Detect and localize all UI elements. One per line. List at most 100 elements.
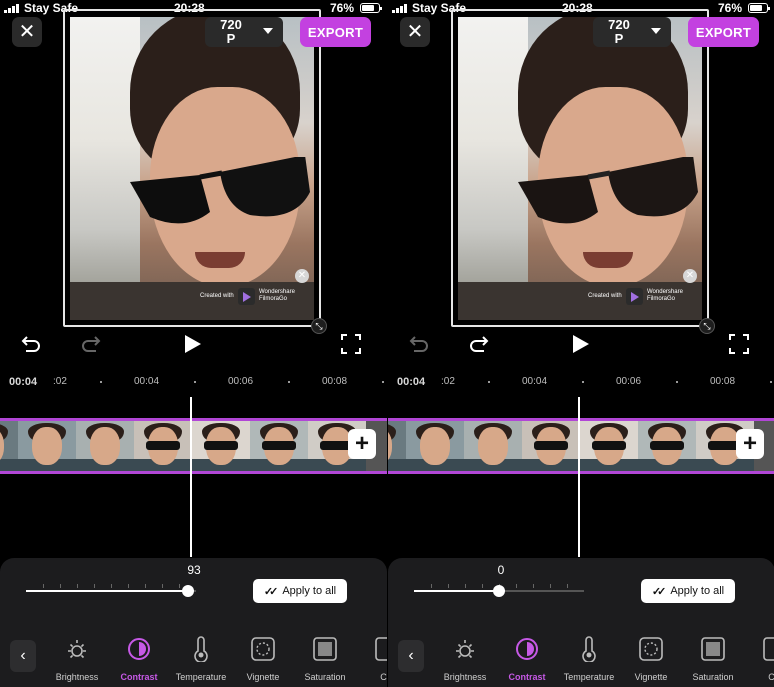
watermark: Created with Wondershare FilmoraGo <box>588 287 698 307</box>
ruler-label: 00:06 <box>228 376 254 387</box>
adjust-panel: 0 ✓✓ Apply to all ‹ Brightness Contrast T… <box>388 558 774 687</box>
clip-timeline[interactable] <box>388 418 774 474</box>
back-button[interactable]: ‹ <box>398 640 424 672</box>
contrast-icon <box>128 638 150 660</box>
tool-clarity[interactable]: Cla <box>744 636 774 682</box>
export-button[interactable]: EXPORT <box>688 17 759 47</box>
tool-temperature[interactable]: Temperature <box>170 636 232 682</box>
tool-label: Vignette <box>246 672 280 682</box>
tool-contrast[interactable]: Contrast <box>496 636 558 682</box>
watermark-close-icon[interactable]: ✕ <box>683 269 697 283</box>
apply-to-all-button[interactable]: ✓✓ Apply to all <box>253 579 347 603</box>
chevron-down-icon <box>651 28 661 34</box>
tool-saturation[interactable]: Saturation <box>294 636 356 682</box>
signal-icon <box>4 4 20 13</box>
video-preview[interactable]: ✕ Created with Wondershare FilmoraGo <box>458 17 702 320</box>
undo-icon[interactable] <box>20 333 42 355</box>
tool-clarity[interactable]: Cla <box>356 636 387 682</box>
contrast-slider-track[interactable] <box>26 590 196 592</box>
slider-value: 93 <box>187 563 201 577</box>
watermark-brand-1: Wondershare <box>647 289 683 295</box>
tool-label: Temperature <box>563 672 615 682</box>
chevron-down-icon <box>263 28 273 34</box>
ruler-label: 00:08 <box>322 376 348 387</box>
saturation-icon <box>313 637 337 661</box>
slider-knob[interactable] <box>181 585 194 597</box>
add-clip-button[interactable]: + <box>736 429 764 459</box>
resolution-dropdown[interactable]: 720 P <box>593 17 671 47</box>
battery-percent: 76% <box>330 1 355 15</box>
current-time: 00:04 <box>9 376 38 388</box>
sunglasses-shape <box>130 157 310 224</box>
video-preview[interactable]: ✕ Created with Wondershare FilmoraGo <box>70 17 314 320</box>
tool-label: Cla <box>768 672 774 682</box>
tool-contrast[interactable]: Contrast <box>108 636 170 682</box>
tool-label: Brightness <box>55 672 99 682</box>
watermark-created-with: Created with <box>200 293 234 299</box>
close-icon: ✕ <box>18 21 36 43</box>
ruler-label: :02 <box>441 376 455 387</box>
tool-vignette[interactable]: Vignette <box>620 636 682 682</box>
resolution-unit: P <box>226 31 236 46</box>
adjust-panel: 93 ✓✓ Apply to all ‹ Brightness Contrast … <box>0 558 387 687</box>
filmorago-logo-icon <box>238 288 255 305</box>
redo-icon[interactable] <box>80 333 102 355</box>
battery-icon <box>748 3 770 13</box>
resize-handle-icon[interactable]: ⤡ <box>699 318 715 334</box>
chevron-left-icon: ‹ <box>408 647 414 664</box>
watermark-brand-2: FilmoraGo <box>259 296 288 302</box>
vignette-icon <box>639 637 663 661</box>
tool-label: Temperature <box>175 672 227 682</box>
add-clip-button[interactable]: + <box>348 429 376 459</box>
resolution-dropdown[interactable]: 720 P <box>205 17 283 47</box>
tool-label: Cla <box>380 672 387 682</box>
double-check-icon: ✓✓ <box>263 585 279 598</box>
tool-label: Vignette <box>634 672 668 682</box>
watermark-brand-1: Wondershare <box>259 289 295 295</box>
tool-temperature[interactable]: Temperature <box>558 636 620 682</box>
ruler-label: :02 <box>53 376 67 387</box>
back-button[interactable]: ‹ <box>10 640 36 672</box>
battery-percent: 76% <box>718 1 743 15</box>
close-icon: ✕ <box>406 21 424 43</box>
apply-to-all-button[interactable]: ✓✓ Apply to all <box>641 579 735 603</box>
redo-icon[interactable] <box>468 333 490 355</box>
tool-brightness[interactable]: Brightness <box>46 636 108 682</box>
signal-icon <box>392 4 408 13</box>
play-icon[interactable] <box>570 333 592 355</box>
tool-brightness[interactable]: Brightness <box>434 636 496 682</box>
close-button[interactable]: ✕ <box>400 17 430 47</box>
double-check-icon: ✓✓ <box>651 585 667 598</box>
clip-timeline[interactable] <box>0 418 387 474</box>
close-button[interactable]: ✕ <box>12 17 42 47</box>
fullscreen-icon[interactable] <box>728 333 750 355</box>
chevron-left-icon: ‹ <box>20 647 26 664</box>
clarity-icon <box>375 637 387 661</box>
watermark-created-with: Created with <box>588 293 622 299</box>
slider-fill <box>26 590 188 592</box>
current-time: 00:04 <box>397 376 426 388</box>
resolution-unit: P <box>614 31 624 46</box>
ruler-label: 00:06 <box>616 376 642 387</box>
play-icon[interactable] <box>182 333 204 355</box>
resize-handle-icon[interactable]: ⤡ <box>311 318 327 334</box>
clarity-icon <box>763 637 774 661</box>
playhead[interactable] <box>578 397 580 557</box>
fullscreen-icon[interactable] <box>340 333 362 355</box>
tool-vignette[interactable]: Vignette <box>232 636 294 682</box>
slider-knob[interactable] <box>493 585 505 597</box>
filmorago-logo-icon <box>626 288 643 305</box>
brightness-icon <box>68 640 86 659</box>
watermark-close-icon[interactable]: ✕ <box>295 269 309 283</box>
ruler-label: 00:08 <box>710 376 736 387</box>
playhead[interactable] <box>190 397 192 557</box>
sunglasses-shape <box>518 157 698 224</box>
slider-fill <box>414 590 499 592</box>
tool-saturation[interactable]: Saturation <box>682 636 744 682</box>
battery-icon <box>360 3 382 13</box>
undo-icon[interactable] <box>408 333 430 355</box>
saturation-icon <box>701 637 725 661</box>
export-button[interactable]: EXPORT <box>300 17 371 47</box>
slider-value: 0 <box>497 563 505 577</box>
resolution-value: 720 <box>220 17 242 32</box>
